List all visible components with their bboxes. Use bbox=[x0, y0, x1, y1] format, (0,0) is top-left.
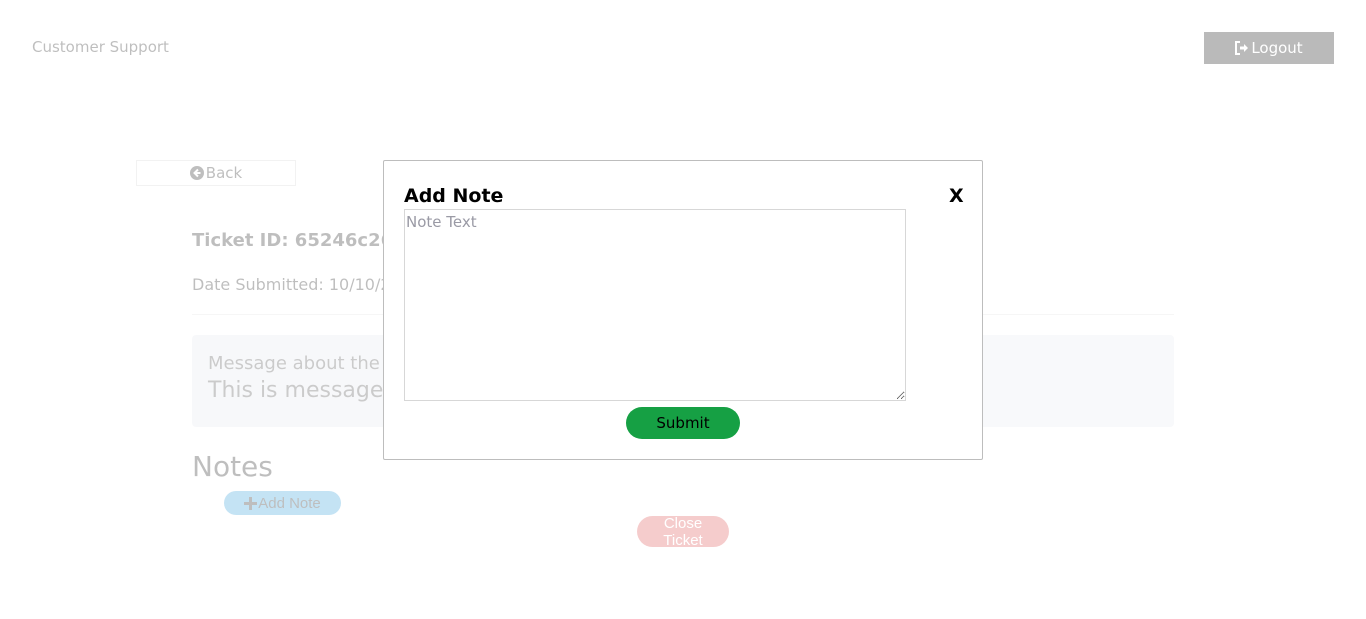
note-text-input[interactable] bbox=[404, 209, 906, 401]
modal-title: Add Note bbox=[404, 185, 504, 207]
add-note-modal: Add Note X Submit bbox=[383, 160, 983, 460]
page: Customer Support Logout Back Ticket ID: … bbox=[0, 0, 1366, 619]
modal-close-button[interactable]: X bbox=[949, 185, 964, 207]
ticket-id: Ticket ID: 65246c26d bbox=[192, 230, 407, 251]
sign-out-icon bbox=[1235, 41, 1249, 55]
close-ticket-button[interactable]: Close Ticket bbox=[637, 515, 729, 549]
back-button[interactable]: Back bbox=[136, 160, 296, 186]
arrow-circle-left-icon bbox=[189, 166, 204, 180]
add-note-label: Add Note bbox=[258, 494, 321, 512]
plus-icon bbox=[244, 496, 258, 510]
submit-button[interactable]: Submit bbox=[626, 407, 740, 439]
back-label: Back bbox=[205, 164, 243, 182]
logout-button[interactable]: Logout bbox=[1204, 32, 1334, 64]
logout-label: Logout bbox=[1251, 39, 1303, 57]
add-note-button[interactable]: Add Note bbox=[224, 491, 341, 515]
brand-title[interactable]: Customer Support bbox=[32, 38, 169, 56]
notes-heading: Notes bbox=[192, 450, 273, 483]
date-submitted: Date Submitted: 10/10/2 bbox=[192, 275, 391, 294]
